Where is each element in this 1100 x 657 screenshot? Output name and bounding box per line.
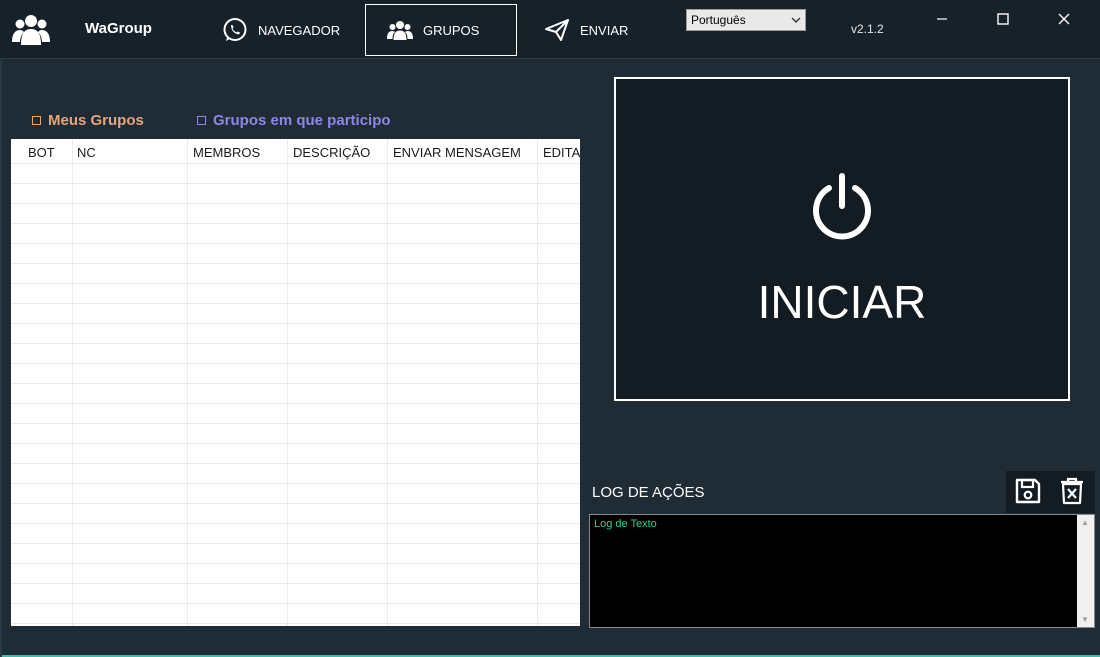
grid-row-line [11,523,580,524]
whatsapp-icon [223,18,247,41]
start-button[interactable]: INICIAR [614,77,1070,401]
log-textarea[interactable]: Log de Texto ▲ ▼ [589,514,1095,628]
power-icon [813,173,871,240]
grid-row-line [11,323,580,324]
grid-row-line [11,363,580,364]
maximize-icon [997,13,1009,25]
nav-navegador-button[interactable]: NAVEGADOR [222,4,340,56]
nav-grupos-button[interactable]: GRUPOS [365,4,517,56]
minimize-button[interactable] [929,8,955,30]
grid-row-line [11,183,580,184]
grid-row-line [11,423,580,424]
grid-row-line [11,443,580,444]
grid-row-line [11,623,580,624]
grid-row-line [11,223,580,224]
grid-row-line [11,543,580,544]
users-icon [387,21,413,40]
close-button[interactable] [1051,8,1077,30]
nav-grupos-label: GRUPOS [423,22,480,38]
grid-row-line [11,203,580,204]
column-header-editar[interactable]: EDITA [543,145,580,160]
grid-row-line [11,463,580,464]
column-header-bot[interactable]: BOT [28,145,55,160]
groups-table[interactable]: BOT NC MEMBROS DESCRIÇÃO ENVIAR MENSAGEM… [11,139,580,626]
grid-row-line [11,263,580,264]
meus-grupos-checkbox[interactable] [32,116,41,125]
tab-meus-grupos[interactable]: Meus Grupos [32,112,144,129]
scroll-up-icon[interactable]: ▲ [1081,518,1089,527]
column-header-nome[interactable]: NC [77,145,96,160]
users-group-icon [12,15,50,45]
grid-row-line [11,583,580,584]
maximize-button[interactable] [990,8,1016,30]
log-text: Log de Texto [594,518,657,530]
chevron-down-icon [791,17,801,23]
nav-enviar-button[interactable]: ENVIAR [544,4,628,56]
nav-navegador-label: NAVEGADOR [258,22,341,38]
column-header-membros[interactable]: MEMBROS [193,145,260,160]
clear-log-icon[interactable] [1060,477,1084,505]
grid-row-line [11,603,580,604]
grid-row-line [11,303,580,304]
minimize-icon [937,18,947,20]
scroll-down-icon[interactable]: ▼ [1081,615,1089,624]
grid-row-line [11,483,580,484]
tab-grupos-participo[interactable]: Grupos em que participo [197,112,391,129]
language-select[interactable]: Português [686,9,806,31]
table-header: BOT NC MEMBROS DESCRIÇÃO ENVIAR MENSAGEM… [11,139,580,163]
column-header-enviar-mensagem[interactable]: ENVIAR MENSAGEM [393,145,521,160]
grid-row-line [11,243,580,244]
app-title: WaGroup [85,20,152,37]
grid-row-line [11,383,580,384]
title-bar: WaGroup NAVEGADOR GRUPOS ENVIAR Portuguê… [0,0,1100,58]
save-icon[interactable] [1014,477,1042,505]
version-label: v2.1.2 [851,22,884,36]
log-title: LOG DE AÇÕES [592,484,705,501]
grid-row-line [11,503,580,504]
grid-row-line [11,283,580,284]
log-scrollbar[interactable]: ▲ ▼ [1077,515,1094,627]
grid-row-line [11,563,580,564]
nav-enviar-label: ENVIAR [580,22,629,38]
column-header-descricao[interactable]: DESCRIÇÃO [293,145,370,160]
grid-row-line [11,403,580,404]
language-selected: Português [691,13,746,27]
grid-row-line [11,343,580,344]
start-button-label: INICIAR [757,276,927,328]
grupos-participo-checkbox[interactable] [197,116,206,125]
send-icon [545,19,569,41]
tab-grupos-participo-label: Grupos em que participo [213,112,391,129]
log-toolbar [1006,471,1095,513]
main-panel: Meus Grupos Grupos em que participo BOT … [0,58,1100,657]
tab-meus-grupos-label: Meus Grupos [48,112,144,129]
grid-row-line [11,163,580,164]
close-icon [1058,13,1070,25]
